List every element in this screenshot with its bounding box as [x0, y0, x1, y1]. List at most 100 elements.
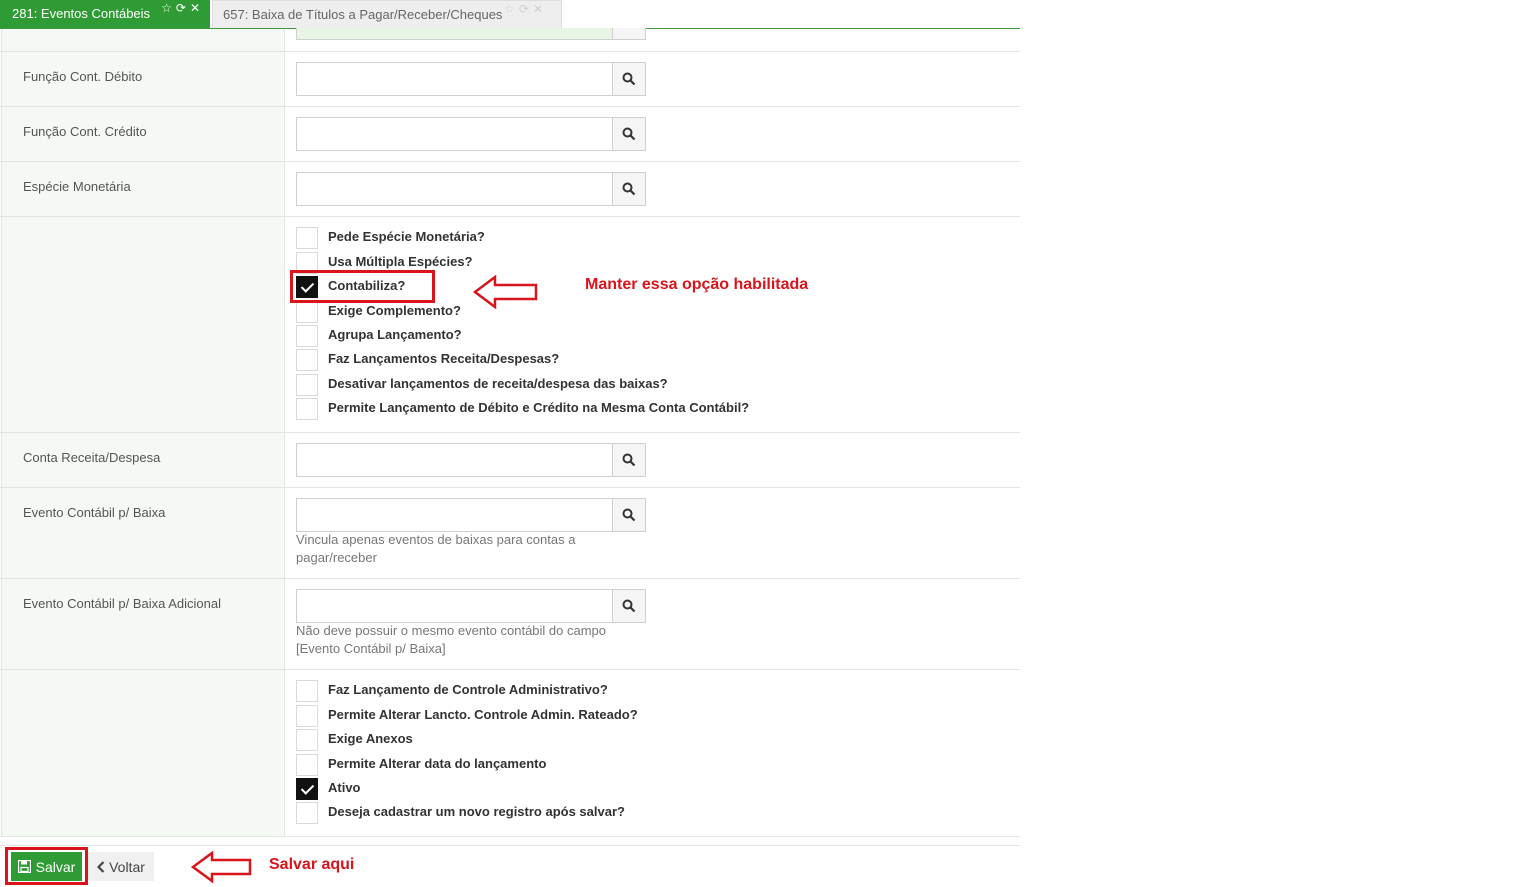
search-button[interactable] [612, 62, 646, 96]
checkbox-label: Deseja cadastrar um novo registro após s… [328, 804, 625, 819]
field-label-cell [1, 29, 285, 51]
checkbox-label: Faz Lançamentos Receita/Despesas? [328, 351, 560, 366]
checkbox-desativar-lancamentos[interactable] [296, 374, 318, 396]
evento-baixa-input[interactable] [296, 498, 613, 532]
checkbox-exige-anexos[interactable] [296, 729, 318, 751]
input-group [296, 589, 646, 623]
partial-input[interactable] [296, 28, 613, 40]
checkbox-agrupa-lancamento[interactable] [296, 325, 318, 347]
field-label-cell [1, 670, 285, 836]
evento-baixa-adicional-input[interactable] [296, 589, 613, 623]
especie-input[interactable] [296, 172, 613, 206]
checkbox-alterar-controle-rateado[interactable] [296, 705, 318, 727]
tab-label: 281: Eventos Contábeis [12, 6, 151, 21]
checkbox-faz-lancamentos-receita[interactable] [296, 349, 318, 371]
field-label-cell: Função Cont. Débito [1, 52, 285, 106]
field-label: Conta Receita/Despesa [23, 450, 161, 465]
checkbox-label: Desativar lançamentos de receita/despesa… [328, 376, 668, 391]
conta-receita-input[interactable] [296, 443, 613, 477]
tab-eventos-contabeis[interactable]: 281: Eventos Contábeis ☆⟳✕ [0, 0, 210, 28]
field-label: Evento Contábil p/ Baixa [23, 505, 166, 520]
save-note: Salvar aqui [269, 856, 355, 873]
field-label-cell: Função Cont. Crédito [1, 107, 285, 161]
arrow-left-icon [473, 275, 538, 309]
refresh-icon[interactable]: ⟳ [176, 1, 190, 15]
arrow-left-icon [191, 851, 252, 883]
checkbox-label: Agrupa Lançamento? [328, 327, 462, 342]
search-button[interactable] [612, 172, 646, 206]
checkbox-label: Permite Alterar data do lançamento [328, 756, 547, 771]
tab-label: 657: Baixa de Títulos a Pagar/Receber/Ch… [223, 7, 503, 22]
tab-actions: ☆⟳✕ [504, 0, 547, 23]
search-icon [622, 182, 636, 196]
help-text: Não deve possuir o mesmo evento contábil… [296, 623, 607, 656]
close-icon[interactable]: ✕ [190, 1, 204, 15]
form-row-checkbox-group-1: Pede Espécie Monetária? Usa Múltipla Esp… [0, 217, 1020, 433]
contabiliza-note: Manter essa opção habilitada [585, 276, 809, 293]
checkbox-label: Pede Espécie Monetária? [328, 229, 485, 244]
input-group [296, 498, 646, 532]
input-group [296, 172, 646, 206]
refresh-icon[interactable]: ⟳ [519, 2, 533, 16]
checkbox-label: Permite Alterar Lancto. Controle Admin. … [328, 707, 638, 722]
checkbox-label: Exige Anexos [328, 731, 413, 746]
field-label: Função Cont. Débito [23, 69, 143, 84]
form-row-funcao-debito: Função Cont. Débito [0, 52, 1020, 107]
form-row-funcao-credito: Função Cont. Crédito [0, 107, 1020, 162]
tab-bar: 281: Eventos Contábeis ☆⟳✕ 657: Baixa de… [0, 0, 1020, 29]
form-row-evento-baixa-adicional: Evento Contábil p/ Baixa Adicional Não d… [0, 579, 1020, 670]
search-icon [622, 72, 636, 86]
partial-search-button[interactable] [612, 28, 646, 40]
checkbox-alterar-data[interactable] [296, 754, 318, 776]
input-group [296, 443, 646, 477]
checkbox-label: Exige Complemento? [328, 303, 461, 318]
checkbox-controle-administrativo[interactable] [296, 680, 318, 702]
field-label: Evento Contábil p/ Baixa Adicional [23, 596, 222, 611]
contabiliza-highlight-box [290, 270, 435, 303]
star-icon[interactable]: ☆ [504, 2, 519, 16]
checkbox-label: Faz Lançamento de Controle Administrativ… [328, 682, 608, 697]
checkbox-exige-complemento[interactable] [296, 301, 318, 323]
field-label-cell: Espécie Monetária [1, 162, 285, 216]
field-label-cell: Evento Contábil p/ Baixa [1, 488, 285, 578]
form-row-conta-receita: Conta Receita/Despesa [0, 433, 1020, 488]
star-icon[interactable]: ☆ [161, 1, 176, 15]
help-text: Vincula apenas eventos de baixas para co… [296, 532, 576, 565]
funcao-debito-input[interactable] [296, 62, 613, 96]
input-group [296, 117, 646, 151]
save-highlight-box [5, 847, 88, 885]
field-label-cell: Conta Receita/Despesa [1, 433, 285, 487]
checkbox-novo-registro[interactable] [296, 802, 318, 824]
search-button[interactable] [612, 443, 646, 477]
search-button[interactable] [612, 117, 646, 151]
field-label: Função Cont. Crédito [23, 124, 147, 139]
chevron-left-icon [97, 860, 105, 873]
search-icon [622, 508, 636, 522]
search-button[interactable] [612, 498, 646, 532]
footer-divider [0, 845, 1020, 846]
field-label: Espécie Monetária [23, 179, 131, 194]
field-label-cell [1, 217, 285, 432]
input-group [296, 62, 646, 96]
checkbox-ativo[interactable] [296, 778, 318, 800]
back-button[interactable]: Voltar [88, 852, 154, 881]
close-icon[interactable]: ✕ [533, 2, 547, 16]
tab-actions: ☆⟳✕ [161, 0, 204, 22]
checkbox-label: Ativo [328, 780, 361, 795]
tab-baixa-titulos[interactable]: 657: Baixa de Títulos a Pagar/Receber/Ch… [212, 0, 562, 28]
search-icon [622, 599, 636, 613]
checkbox-permite-debito-credito[interactable] [296, 398, 318, 420]
form-row-evento-baixa: Evento Contábil p/ Baixa Vincula apenas … [0, 488, 1020, 579]
funcao-credito-input[interactable] [296, 117, 613, 151]
search-button[interactable] [612, 589, 646, 623]
field-label-cell: Evento Contábil p/ Baixa Adicional [1, 579, 285, 669]
checkbox-label: Permite Lançamento de Débito e Crédito n… [328, 400, 750, 415]
form-row-partial [0, 28, 1020, 52]
search-icon [622, 453, 636, 467]
form-row-especie: Espécie Monetária [0, 162, 1020, 217]
search-icon [622, 127, 636, 141]
form-row-checkbox-group-2: Faz Lançamento de Controle Administrativ… [0, 670, 1020, 837]
checkbox-pede-especie[interactable] [296, 227, 318, 249]
checkbox-label: Usa Múltipla Espécies? [328, 254, 473, 269]
back-button-label: Voltar [109, 858, 145, 875]
